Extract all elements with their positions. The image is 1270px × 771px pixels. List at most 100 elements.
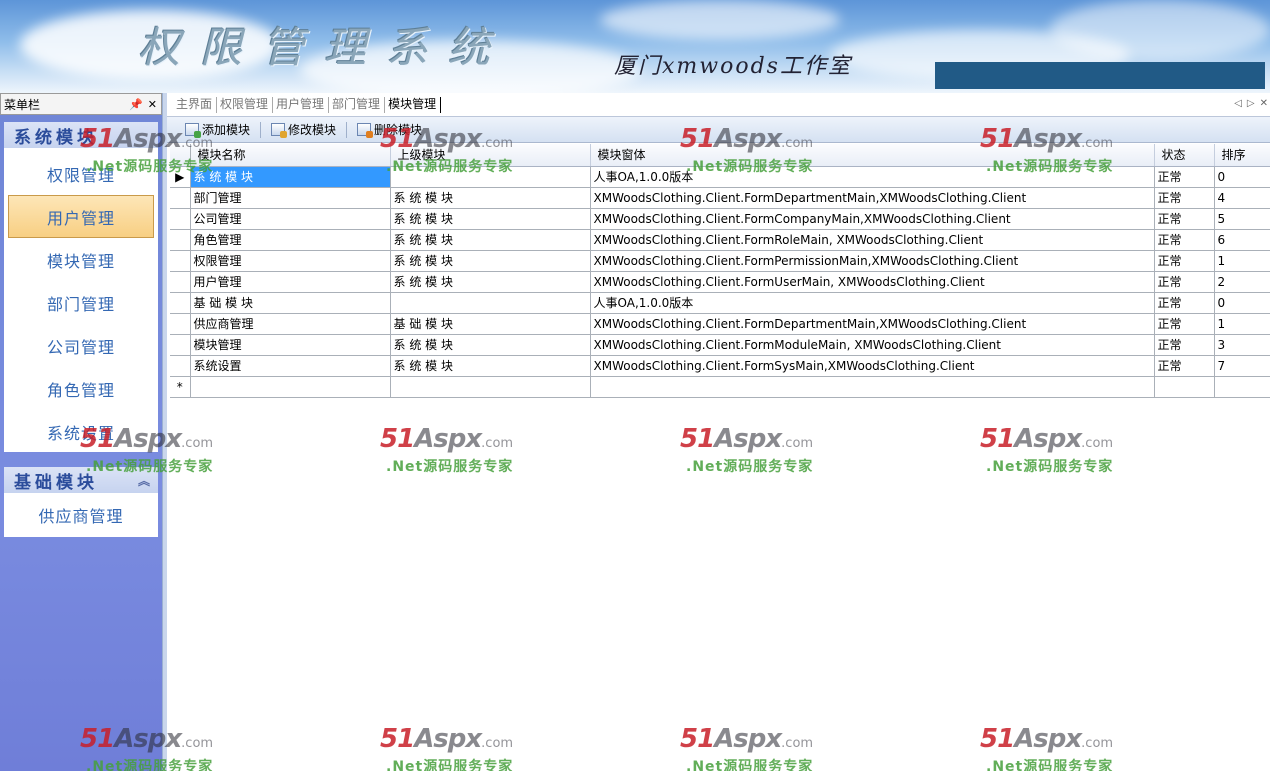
table-cell[interactable]: XMWoodsClothing.Client.FormDepartmentMai… [590, 187, 1155, 209]
edit-module-button[interactable]: 修改模块 [267, 120, 340, 140]
row-header[interactable] [170, 208, 191, 230]
table-cell[interactable]: 人事OA,1.0.0版本 [590, 292, 1155, 314]
tab-close-icon[interactable]: ✕ [1260, 98, 1268, 109]
table-cell[interactable]: 正常 [1154, 313, 1215, 335]
table-cell[interactable]: 基 础 模 块 [190, 292, 391, 314]
current-row-indicator[interactable]: ▶ [170, 166, 191, 188]
tab-next-icon[interactable]: ▷ [1247, 98, 1255, 109]
table-cell[interactable]: 4 [1214, 187, 1270, 209]
table-cell[interactable] [390, 292, 591, 314]
table-cell[interactable]: XMWoodsClothing.Client.FormDepartmentMai… [590, 313, 1155, 335]
table-cell[interactable]: XMWoodsClothing.Client.FormUserMain, XMW… [590, 271, 1155, 293]
collapse-icon[interactable]: ︽ [138, 472, 150, 489]
row-header[interactable] [170, 187, 191, 209]
table-cell[interactable]: 系 统 模 块 [390, 334, 591, 356]
table-cell[interactable] [390, 376, 591, 398]
table-cell[interactable]: 3 [1214, 334, 1270, 356]
table-cell[interactable]: 正常 [1154, 355, 1215, 377]
table-cell[interactable]: 模块管理 [190, 334, 391, 356]
table-cell[interactable]: 1 [1214, 313, 1270, 335]
table-cell[interactable]: 系 统 模 块 [390, 187, 591, 209]
table-cell[interactable]: 系统设置 [190, 355, 391, 377]
table-row[interactable]: 模块管理系 统 模 块 XMWoodsClothing.Client.FormMo… [170, 334, 1270, 356]
table-row[interactable]: 用户管理系 统 模 块 XMWoodsClothing.Client.FormUs… [170, 271, 1270, 293]
table-cell[interactable] [390, 166, 591, 188]
table-cell[interactable]: XMWoodsClothing.Client.FormSysMain,XMWoo… [590, 355, 1155, 377]
tab-module[interactable]: 模块管理 [385, 97, 442, 113]
table-cell[interactable]: 正常 [1154, 166, 1215, 188]
table-cell[interactable]: 系 统 模 块 [390, 271, 591, 293]
table-cell[interactable]: XMWoodsClothing.Client.FormPermissionMai… [590, 250, 1155, 272]
table-cell[interactable] [1214, 376, 1270, 398]
table-row[interactable]: 权限管理系 统 模 块 XMWoodsClothing.Client.FormPe… [170, 250, 1270, 272]
tab-permission[interactable]: 权限管理 [217, 97, 274, 113]
table-cell[interactable]: 正常 [1154, 334, 1215, 356]
table-row[interactable]: 公司管理系 统 模 块 XMWoodsClothing.Client.FormCo… [170, 208, 1270, 230]
row-header[interactable] [170, 334, 191, 356]
table-cell[interactable]: XMWoodsClothing.Client.FormCompanyMain,X… [590, 208, 1155, 230]
column-header-order[interactable]: 排序 [1214, 144, 1270, 167]
row-header[interactable] [170, 292, 191, 314]
row-header[interactable] [170, 271, 191, 293]
table-cell[interactable]: 公司管理 [190, 208, 391, 230]
tab-department[interactable]: 部门管理 [329, 97, 386, 113]
table-cell[interactable]: 正常 [1154, 208, 1215, 230]
table-cell[interactable]: 用户管理 [190, 271, 391, 293]
table-cell[interactable] [590, 376, 1155, 398]
table-row[interactable]: ▶ 系 统 模 块 人事OA,1.0.0版本 正常 0 [170, 166, 1270, 188]
table-cell[interactable]: 正常 [1154, 250, 1215, 272]
row-header[interactable] [170, 313, 191, 335]
row-header[interactable] [170, 250, 191, 272]
menu-group-header-system[interactable]: 系统模块 [4, 122, 158, 148]
table-cell[interactable]: 权限管理 [190, 250, 391, 272]
table-cell[interactable]: 6 [1214, 229, 1270, 251]
menu-item-role[interactable]: 角色管理 [4, 367, 158, 410]
tab-home[interactable]: 主界面 [173, 97, 218, 113]
menu-group-header-basic[interactable]: 基础模块 ︽ [4, 467, 158, 493]
table-cell[interactable]: 1 [1214, 250, 1270, 272]
column-header-parent[interactable]: 上级模块 [390, 144, 591, 167]
table-cell[interactable]: 系 统 模 块 [390, 250, 591, 272]
table-cell[interactable]: 供应商管理 [190, 313, 391, 335]
pin-icon[interactable]: 📌 [129, 98, 143, 111]
add-module-button[interactable]: 添加模块 [181, 120, 254, 140]
table-cell[interactable]: 0 [1214, 166, 1270, 188]
table-row[interactable]: 角色管理系 统 模 块 XMWoodsClothing.Client.FormRo… [170, 229, 1270, 251]
table-cell[interactable]: 系 统 模 块 [390, 355, 591, 377]
table-cell[interactable]: 基 础 模 块 [390, 313, 591, 335]
table-cell[interactable]: 部门管理 [190, 187, 391, 209]
table-cell[interactable]: 正常 [1154, 271, 1215, 293]
table-row[interactable]: 供应商管理基 础 模 块 XMWoodsClothing.Client.FormD… [170, 313, 1270, 335]
menu-item-module[interactable]: 模块管理 [4, 238, 158, 281]
table-cell[interactable]: 系 统 模 块 [390, 229, 591, 251]
table-cell[interactable]: 0 [1214, 292, 1270, 314]
row-header[interactable] [170, 355, 191, 377]
table-cell[interactable]: XMWoodsClothing.Client.FormModuleMain, X… [590, 334, 1155, 356]
column-header-name[interactable]: 模块名称 [190, 144, 391, 167]
tab-user[interactable]: 用户管理 [273, 97, 330, 113]
module-grid[interactable]: 模块名称 上级模块 模块窗体 状态 排序 ▶ 系 统 模 块人事OA,1.0.0版… [170, 144, 1270, 398]
table-cell[interactable]: XMWoodsClothing.Client.FormRoleMain, XMW… [590, 229, 1155, 251]
panel-splitter[interactable] [162, 93, 167, 771]
table-cell[interactable]: 正常 [1154, 187, 1215, 209]
close-icon[interactable]: ✕ [148, 98, 157, 111]
column-header-form[interactable]: 模块窗体 [590, 144, 1155, 167]
table-cell[interactable]: 正常 [1154, 292, 1215, 314]
table-row[interactable]: 系统设置系 统 模 块 XMWoodsClothing.Client.FormSy… [170, 355, 1270, 377]
table-row[interactable]: 基 础 模 块 人事OA,1.0.0版本 正常 0 [170, 292, 1270, 314]
delete-module-button[interactable]: 删除模块 [353, 120, 426, 140]
table-cell[interactable] [190, 376, 391, 398]
menu-item-company[interactable]: 公司管理 [4, 324, 158, 367]
table-cell[interactable]: 人事OA,1.0.0版本 [590, 166, 1155, 188]
column-header-status[interactable]: 状态 [1154, 144, 1215, 167]
new-row[interactable]: * [170, 376, 1270, 398]
table-cell[interactable]: 正常 [1154, 229, 1215, 251]
menu-item-settings[interactable]: 系统设置 [4, 410, 158, 453]
table-cell[interactable]: 系 统 模 块 [390, 208, 591, 230]
menu-item-user[interactable]: 用户管理 [8, 195, 154, 238]
tab-prev-icon[interactable]: ◁ [1234, 98, 1242, 109]
table-cell[interactable] [1154, 376, 1215, 398]
table-cell[interactable]: 7 [1214, 355, 1270, 377]
row-header[interactable] [170, 229, 191, 251]
menu-item-department[interactable]: 部门管理 [4, 281, 158, 324]
